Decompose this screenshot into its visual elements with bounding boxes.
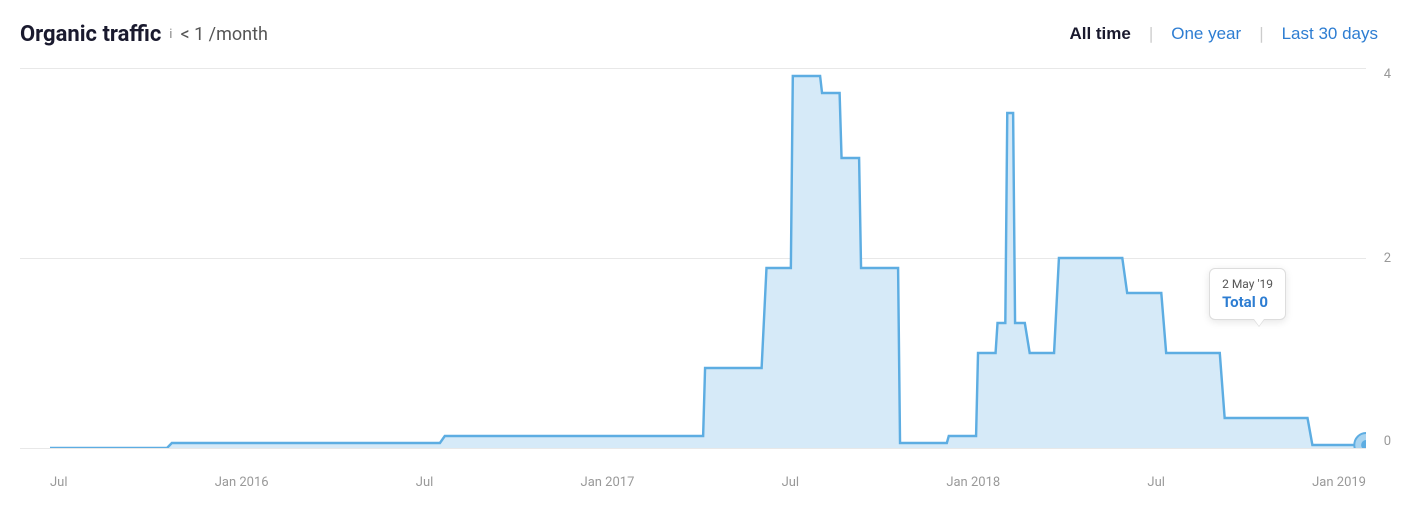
- tooltip-arrow-inner: [1254, 319, 1264, 326]
- tooltip-date: 2 May '19: [1222, 277, 1273, 291]
- tooltip-value: Total 0: [1222, 293, 1273, 311]
- x-label-jul2016: Jul: [416, 475, 434, 490]
- header-left: Organic traffic i < 1 /month: [20, 22, 268, 47]
- filter-last-30[interactable]: Last 30 days: [1264, 20, 1396, 48]
- x-label-jan2019: Jan 2019: [1312, 475, 1366, 490]
- y-axis: 4 2 0: [1384, 68, 1396, 448]
- x-label-jan2016: Jan 2016: [215, 475, 269, 490]
- y-label-0: 0: [1384, 435, 1391, 448]
- x-label-jul2017: Jul: [782, 475, 800, 490]
- time-filter-group: All time | One year | Last 30 days: [1051, 20, 1396, 48]
- grid-line-bottom: [20, 448, 1366, 449]
- y-label-2: 2: [1384, 252, 1391, 265]
- x-label-jul2015: Jul: [50, 475, 68, 490]
- info-icon[interactable]: i: [169, 27, 172, 42]
- x-label-jan2017: Jan 2017: [581, 475, 635, 490]
- chart-subtitle: < 1 /month: [180, 24, 267, 45]
- x-label-jul2018: Jul: [1147, 475, 1165, 490]
- chart-header: Organic traffic i < 1 /month All time | …: [20, 20, 1396, 48]
- chart-svg: [50, 68, 1366, 448]
- tooltip-arrow: [1253, 319, 1265, 327]
- filter-one-year[interactable]: One year: [1153, 20, 1259, 48]
- x-axis: Jul Jan 2016 Jul Jan 2017 Jul Jan 2018 J…: [50, 475, 1366, 490]
- chart-title: Organic traffic: [20, 22, 161, 47]
- x-label-jan2018: Jan 2018: [946, 475, 1000, 490]
- chart-area: 4 2 0 2 May '19 T: [20, 68, 1396, 448]
- filter-all-time[interactable]: All time: [1051, 20, 1148, 48]
- y-label-4: 4: [1384, 68, 1391, 81]
- chart-tooltip: 2 May '19 Total 0: [1209, 268, 1286, 320]
- chart-area-fill: [50, 76, 1366, 448]
- page-container: Organic traffic i < 1 /month All time | …: [0, 0, 1426, 530]
